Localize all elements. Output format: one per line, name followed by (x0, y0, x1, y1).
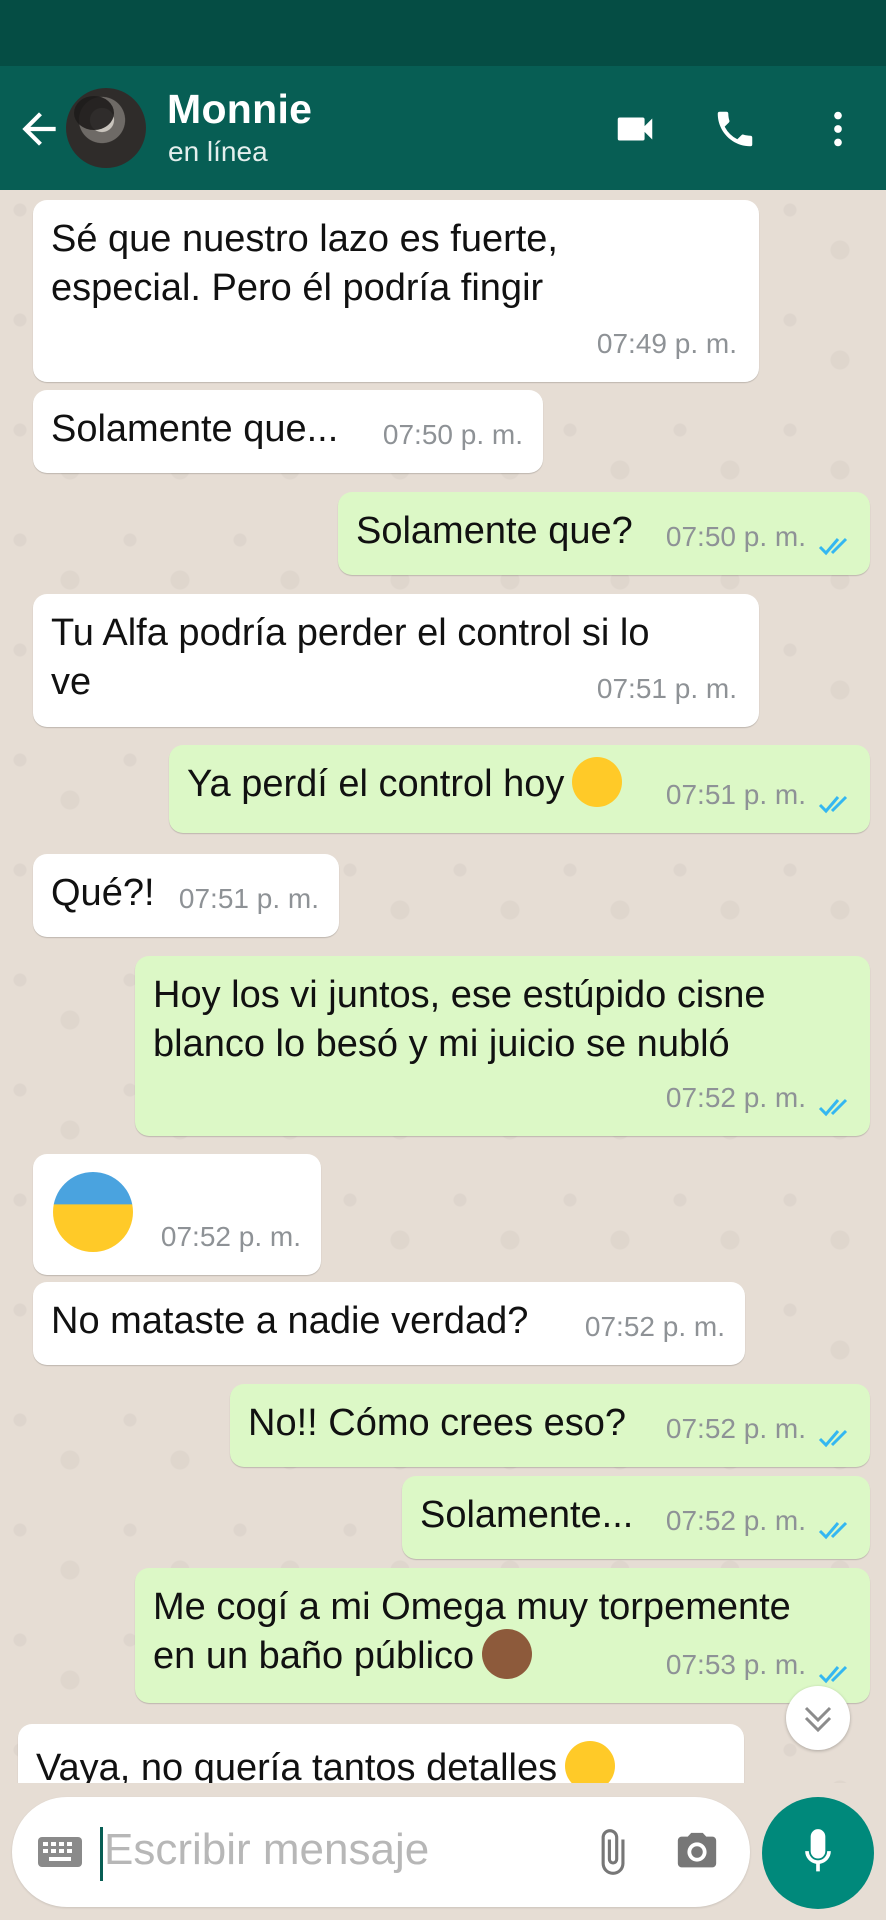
message-text: Hoy los vi juntos, ese estúpido cisne bl… (153, 971, 766, 1069)
chat-header: Monnie en línea (0, 66, 886, 190)
message-line: especial. Pero él podría fingir (51, 267, 544, 309)
message-bubble-outgoing[interactable]: Ya perdí el control hoy 07:51 p. m. (169, 745, 870, 833)
read-ticks-icon (818, 537, 848, 556)
more-vert-icon[interactable] (815, 106, 861, 152)
message-bubble-outgoing[interactable]: Me cogí a mi Omega muy torpemente en un … (135, 1568, 870, 1703)
message-text: Sé que nuestro lazo es fuerte, especial.… (51, 215, 558, 313)
video-call-icon[interactable] (612, 106, 658, 152)
scroll-down-icon (804, 1706, 832, 1733)
message-time: 07:52 p. m. (160, 1221, 301, 1252)
message-time: 07:49 p. m. (596, 328, 737, 359)
message-time: 07:52 p. m. (665, 1413, 806, 1444)
mic-icon (805, 1829, 831, 1872)
message-text: Qué?! (51, 872, 155, 914)
read-ticks-icon (818, 795, 848, 814)
avatar[interactable] (66, 88, 146, 168)
phone-icon[interactable] (712, 106, 758, 152)
message-line: blanco lo besó y mi juicio se nubló (153, 1023, 730, 1065)
mic-button[interactable] (762, 1797, 874, 1909)
back-arrow-icon[interactable] (14, 104, 64, 154)
message-bubble-incoming[interactable]: Qué?! 07:51 p. m. (33, 854, 339, 937)
message-bubble-incoming[interactable]: 07:52 p. m. (33, 1154, 321, 1275)
message-bubble-incoming[interactable]: Solamente que... 07:50 p. m. (33, 390, 543, 473)
message-composer[interactable]: Escribir mensaje (12, 1797, 750, 1907)
see-no-evil-monkey-emoji-icon (482, 1628, 533, 1679)
message-text: Vaya, no quería tantos detalles (36, 1740, 616, 1783)
message-bubble-incoming[interactable]: Tu Alfa podría perder el control si lo v… (33, 594, 759, 727)
message-bubble-incoming[interactable]: Vaya, no quería tantos detalles (18, 1724, 744, 1783)
read-ticks-icon (818, 1665, 848, 1684)
scroll-down-button[interactable] (786, 1686, 850, 1750)
read-ticks-icon (818, 1521, 848, 1540)
message-line: ve (51, 661, 92, 703)
message-time: 07:51 p. m. (596, 673, 737, 704)
message-time: 07:53 p. m. (665, 1649, 806, 1680)
message-text-span: Vaya, no quería tantos detalles (36, 1747, 558, 1783)
message-bubble-incoming[interactable]: No mataste a nadie verdad? 07:52 p. m. (33, 1282, 745, 1365)
message-line: Me cogí a mi Omega muy torpemente (153, 1586, 791, 1628)
message-time: 07:50 p. m. (382, 419, 523, 450)
message-text: No!! Cómo crees eso? (248, 1402, 627, 1444)
message-text: No mataste a nadie verdad? (51, 1300, 529, 1342)
camera-icon[interactable] (672, 1829, 722, 1875)
message-bubble-outgoing[interactable]: Hoy los vi juntos, ese estúpido cisne bl… (135, 956, 870, 1136)
message-line: Hoy los vi juntos, ese estúpido cisne (153, 974, 766, 1016)
message-text: Solamente... (420, 1494, 634, 1536)
message-text: Solamente que... (51, 408, 339, 450)
message-time: 07:51 p. m. (665, 779, 806, 810)
message-line: Tu Alfa podría perder el control si lo (51, 612, 650, 654)
read-ticks-icon (818, 1098, 848, 1117)
contact-name[interactable]: Monnie (167, 86, 312, 133)
message-bubble-outgoing[interactable]: Solamente... 07:52 p. m. (402, 1476, 870, 1559)
message-text-span: Ya perdí el control hoy (187, 763, 565, 805)
text-caret (100, 1827, 103, 1881)
message-time: 07:50 p. m. (665, 521, 806, 552)
message-text: Solamente que? (356, 510, 633, 552)
keyboard-icon[interactable] (36, 1831, 84, 1873)
confounded-face-emoji-icon (572, 756, 623, 807)
contact-status: en línea (168, 136, 268, 167)
message-time: 07:51 p. m. (178, 883, 319, 914)
message-text: Ya perdí el control hoy (187, 756, 623, 811)
message-time: 07:52 p. m. (665, 1505, 806, 1536)
expressionless-face-emoji-icon (565, 1740, 616, 1783)
message-bubble-outgoing[interactable]: No!! Cómo crees eso? 07:52 p. m. (230, 1384, 870, 1467)
status-bar (0, 0, 886, 66)
fearful-face-emoji-icon (53, 1172, 133, 1252)
message-text-span: en un baño público (153, 1635, 475, 1677)
message-time: 07:52 p. m. (665, 1082, 806, 1113)
message-bubble-outgoing[interactable]: Solamente que? 07:50 p. m. (338, 492, 870, 575)
message-line: Sé que nuestro lazo es fuerte, (51, 218, 558, 260)
chat-area[interactable]: Sé que nuestro lazo es fuerte, especial.… (0, 190, 886, 1783)
attach-icon[interactable] (587, 1827, 637, 1877)
message-bubble-incoming[interactable]: Sé que nuestro lazo es fuerte, especial.… (33, 200, 759, 382)
message-text: Tu Alfa podría perder el control si lo v… (51, 609, 649, 707)
message-time: 07:52 p. m. (584, 1311, 725, 1342)
message-input[interactable]: Escribir mensaje (104, 1825, 429, 1875)
read-ticks-icon (818, 1429, 848, 1448)
